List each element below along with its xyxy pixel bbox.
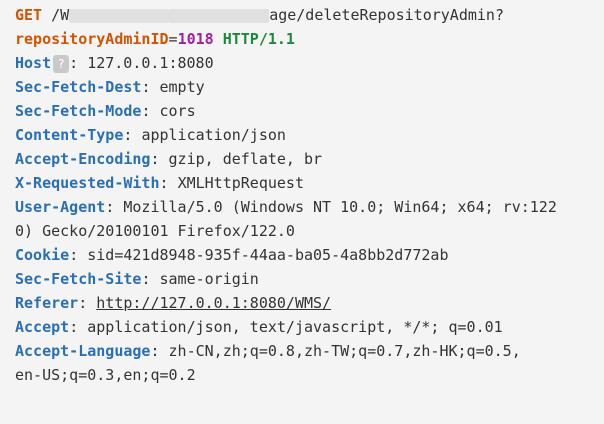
redacted-path-segment [169, 8, 270, 23]
header-name: Accept-Language [15, 342, 151, 360]
param-value: 1018 [177, 30, 214, 48]
header-value: 127.0.0.1:8080 [87, 54, 214, 72]
request-line: GET /W age/deleteRepositoryAdmin? [0, 3, 604, 27]
header-user-agent: User-Agent: Mozilla/5.0 (Windows NT 10.0… [15, 198, 557, 216]
http-protocol: HTTP/1.1 [222, 30, 295, 48]
header-name: Content-Type [15, 126, 124, 144]
header-cookie: Cookie: sid=421d8948-935f-44aa-ba05-4a8b… [15, 246, 449, 264]
header-value: application/json [141, 126, 286, 144]
header-name: User-Agent [15, 198, 106, 216]
request-path-start: /W [51, 6, 70, 24]
header-value: empty [159, 78, 205, 96]
request-path-end: age/deleteRepositoryAdmin? [269, 6, 504, 24]
header-value: Mozilla/5.0 (Windows NT 10.0; Win64; x64… [123, 198, 557, 216]
header-accept: Accept: application/json, text/javascrip… [15, 318, 503, 336]
header-user-agent-continued: 0) Gecko/20100101 Firefox/122.0 [0, 219, 604, 243]
header-referer: Referer: http://127.0.0.1:8080/WMS/ [15, 294, 332, 312]
header-value: XMLHttpRequest [177, 174, 304, 192]
header-value: same-origin [159, 270, 259, 288]
header-value: cors [159, 102, 196, 120]
header-accept-language-continued: en-US;q=0.3,en;q=0.2 [0, 363, 604, 387]
header-value: zh-CN,zh;q=0.8,zh-TW;q=0.7,zh-HK;q=0.5, [168, 342, 521, 360]
header-name: Sec-Fetch-Mode [15, 102, 142, 120]
header-value: application/json, text/javascript, */*; … [87, 318, 503, 336]
header-sec-fetch-site: Sec-Fetch-Site: same-origin [15, 270, 259, 288]
header-name: Sec-Fetch-Dest [15, 78, 142, 96]
header-name: Accept-Encoding [15, 150, 151, 168]
header-accept-encoding: Accept-Encoding: gzip, deflate, br [15, 150, 323, 168]
header-name: Sec-Fetch-Site [15, 270, 142, 288]
header-content-type: Content-Type: application/json [15, 126, 286, 144]
header-name: Host [15, 54, 52, 72]
header-name: Cookie [15, 246, 70, 264]
header-name: Referer [15, 294, 79, 312]
header-value: gzip, deflate, br [168, 150, 323, 168]
header-host: Host?: 127.0.0.1:8080 [15, 54, 214, 73]
header-sec-fetch-dest: Sec-Fetch-Dest: empty [15, 78, 205, 96]
header-sec-fetch-mode: Sec-Fetch-Mode: cors [15, 102, 196, 120]
header-x-requested-with: X-Requested-With: XMLHttpRequest [15, 174, 304, 192]
param-key: repositoryAdminID [15, 30, 169, 48]
header-accept-language: Accept-Language: zh-CN,zh;q=0.8,zh-TW;q=… [15, 342, 521, 360]
redacted-path-segment [69, 8, 170, 23]
referer-link[interactable]: http://127.0.0.1:8080/WMS/ [96, 294, 331, 312]
header-value-continued: en-US;q=0.3,en;q=0.2 [15, 366, 196, 384]
http-method: GET [15, 6, 43, 24]
header-name: X-Requested-With [15, 174, 160, 192]
header-name: Accept [15, 318, 70, 336]
header-value: sid=421d8948-935f-44aa-ba05-4a8bb2d772ab [87, 246, 449, 264]
header-value-continued: 0) Gecko/20100101 Firefox/122.0 [15, 222, 295, 240]
request-params-line: repositoryAdminID=1018 HTTP/1.1 [15, 30, 295, 48]
http-request-viewer[interactable]: GET /W age/deleteRepositoryAdmin? reposit… [0, 0, 604, 424]
help-icon[interactable]: ? [53, 54, 70, 73]
